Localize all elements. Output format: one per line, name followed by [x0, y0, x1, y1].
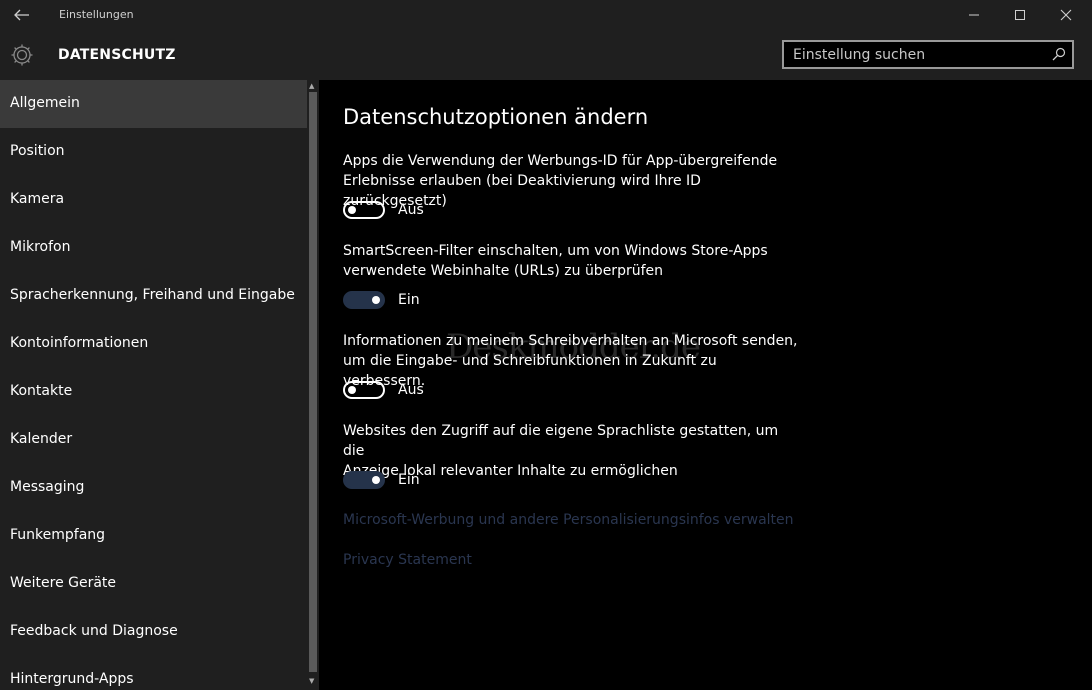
toggle-knob [348, 206, 356, 214]
window-title: Einstellungen [59, 8, 134, 21]
main-content: Datenschutzoptionen ändern Apps die Verw… [319, 80, 1092, 690]
sidebar-item-kalender[interactable]: Kalender [0, 416, 307, 464]
title-bar: Einstellungen [0, 0, 1092, 30]
toggle-state-label: Ein [398, 472, 420, 488]
sidebar-item-label: Weitere Geräte [10, 575, 117, 591]
maximize-button[interactable] [997, 0, 1043, 30]
sidebar-item-label: Allgemein [10, 95, 80, 111]
sprachliste-toggle[interactable] [343, 471, 385, 489]
toggle-knob [372, 296, 380, 304]
scroll-down-icon[interactable]: ▼ [309, 677, 314, 685]
sidebar-scrollbar[interactable]: ▲ ▼ [307, 80, 319, 690]
sidebar-item-label: Feedback und Diagnose [10, 623, 178, 639]
minimize-icon [969, 14, 979, 16]
sidebar-item-funkempfang[interactable]: Funkempfang [0, 512, 307, 560]
smartscreen-toggle[interactable] [343, 291, 385, 309]
sidebar-item-label: Kontakte [10, 383, 73, 399]
sidebar-item-mikrofon[interactable]: Mikrofon [0, 224, 307, 272]
sidebar-item-label: Spracherkennung, Freihand und Eingabe [10, 287, 295, 303]
werbung-personalisierung-link[interactable]: Microsoft-Werbung und andere Personalisi… [343, 512, 794, 528]
sidebar-item-label: Kalender [10, 431, 73, 447]
close-icon [1060, 9, 1072, 21]
back-button[interactable] [0, 0, 44, 30]
scroll-thumb[interactable] [309, 92, 317, 672]
sidebar-item-label: Mikrofon [10, 239, 71, 255]
option-description: SmartScreen-Filter einschalten, um von W… [343, 243, 768, 279]
arrow-left-icon [14, 9, 29, 21]
sidebar-item-label: Messaging [10, 479, 85, 495]
sidebar-item-label: Kontoinformationen [10, 335, 149, 351]
toggle-state-label: Aus [398, 382, 424, 398]
scroll-up-icon[interactable]: ▲ [309, 82, 314, 90]
gear-icon [11, 44, 33, 66]
sidebar-item-feedback-diagnose[interactable]: Feedback und Diagnose [0, 608, 307, 656]
toggle-state-label: Ein [398, 292, 420, 308]
sidebar-item-spracherkennung[interactable]: Spracherkennung, Freihand und Eingabe [0, 272, 307, 320]
sidebar-item-weitere-geraete[interactable]: Weitere Geräte [0, 560, 307, 608]
search-input[interactable] [784, 42, 1044, 67]
sidebar-nav: Allgemein Position Kamera Mikrofon Sprac… [0, 80, 307, 690]
sidebar-item-label: Hintergrund-Apps [10, 671, 134, 687]
toggle-state-label: Aus [398, 202, 424, 218]
sidebar-item-allgemein[interactable]: Allgemein [0, 80, 307, 128]
section-title: DATENSCHUTZ [58, 47, 176, 63]
sidebar-item-label: Position [10, 143, 65, 159]
close-button[interactable] [1043, 0, 1089, 30]
settings-header: DATENSCHUTZ [0, 30, 1092, 80]
toggle-knob [372, 476, 380, 484]
search-box[interactable] [782, 40, 1074, 69]
sidebar-item-messaging[interactable]: Messaging [0, 464, 307, 512]
watermark: Deskmodder.de [446, 327, 701, 367]
sidebar-item-position[interactable]: Position [0, 128, 307, 176]
schreibverhalten-toggle[interactable] [343, 381, 385, 399]
sidebar-item-hintergrund-apps[interactable]: Hintergrund-Apps [0, 656, 307, 690]
maximize-icon [1015, 10, 1025, 20]
sidebar-item-label: Kamera [10, 191, 65, 207]
werbungs-id-toggle[interactable] [343, 201, 385, 219]
search-icon[interactable] [1052, 47, 1066, 61]
sidebar-item-kamera[interactable]: Kamera [0, 176, 307, 224]
sidebar-item-label: Funkempfang [10, 527, 106, 543]
minimize-button[interactable] [951, 0, 997, 30]
sidebar-item-kontoinformationen[interactable]: Kontoinformationen [0, 320, 307, 368]
sidebar-item-kontakte[interactable]: Kontakte [0, 368, 307, 416]
privacy-statement-link[interactable]: Privacy Statement [343, 552, 472, 568]
page-title: Datenschutzoptionen ändern [343, 105, 649, 129]
toggle-knob [348, 386, 356, 394]
